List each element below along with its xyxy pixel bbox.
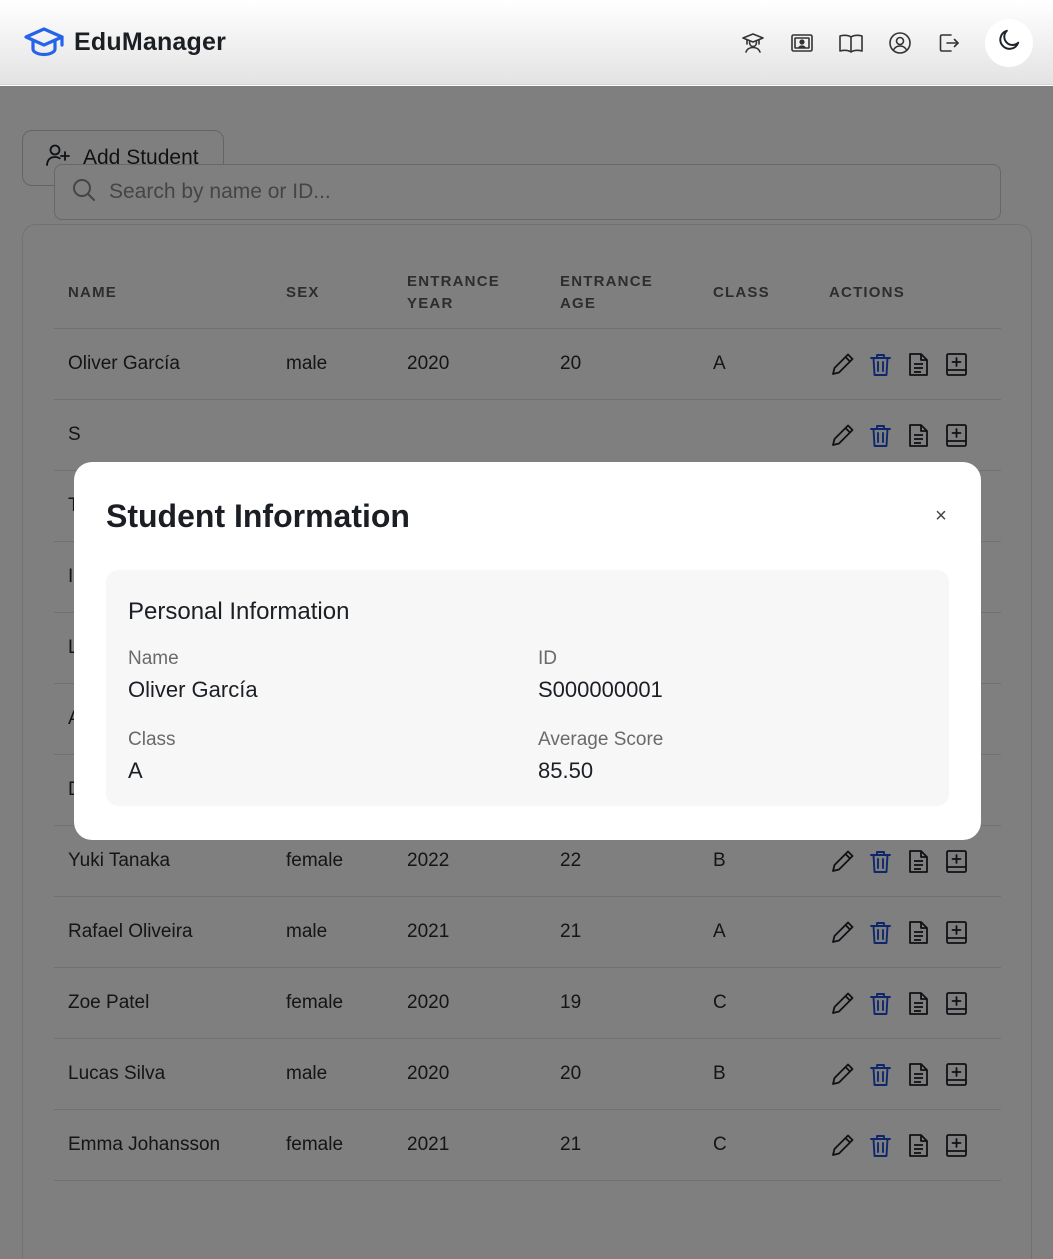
section-title: Personal Information bbox=[128, 598, 350, 625]
id-label: ID bbox=[538, 648, 557, 669]
moon-icon bbox=[996, 27, 1022, 58]
presentation-icon[interactable] bbox=[785, 26, 818, 59]
app-header: EduManager bbox=[0, 0, 1053, 85]
user-circle-icon[interactable] bbox=[883, 26, 916, 59]
average-score-value: 85.50 bbox=[538, 758, 594, 783]
graduation-cap-icon bbox=[24, 26, 64, 58]
nav-icons bbox=[736, 0, 1033, 85]
brand[interactable]: EduManager bbox=[24, 26, 226, 58]
logout-icon[interactable] bbox=[932, 26, 965, 59]
theme-toggle[interactable] bbox=[985, 18, 1033, 67]
app-name: EduManager bbox=[74, 27, 227, 56]
class-value: A bbox=[128, 758, 143, 783]
close-icon[interactable]: × bbox=[931, 506, 951, 526]
personal-info-panel: Personal Information Name Oliver García … bbox=[106, 570, 949, 806]
name-label: Name bbox=[128, 648, 179, 669]
graduation-icon[interactable] bbox=[736, 26, 769, 59]
name-value: Oliver García bbox=[128, 677, 258, 702]
book-open-icon[interactable] bbox=[834, 26, 867, 59]
modal-title: Student Information bbox=[106, 498, 410, 534]
student-info-modal: Student Information × Personal Informati… bbox=[74, 462, 981, 840]
average-score-label: Average Score bbox=[538, 729, 664, 750]
class-label: Class bbox=[128, 729, 176, 750]
id-value: S000000001 bbox=[538, 677, 663, 702]
